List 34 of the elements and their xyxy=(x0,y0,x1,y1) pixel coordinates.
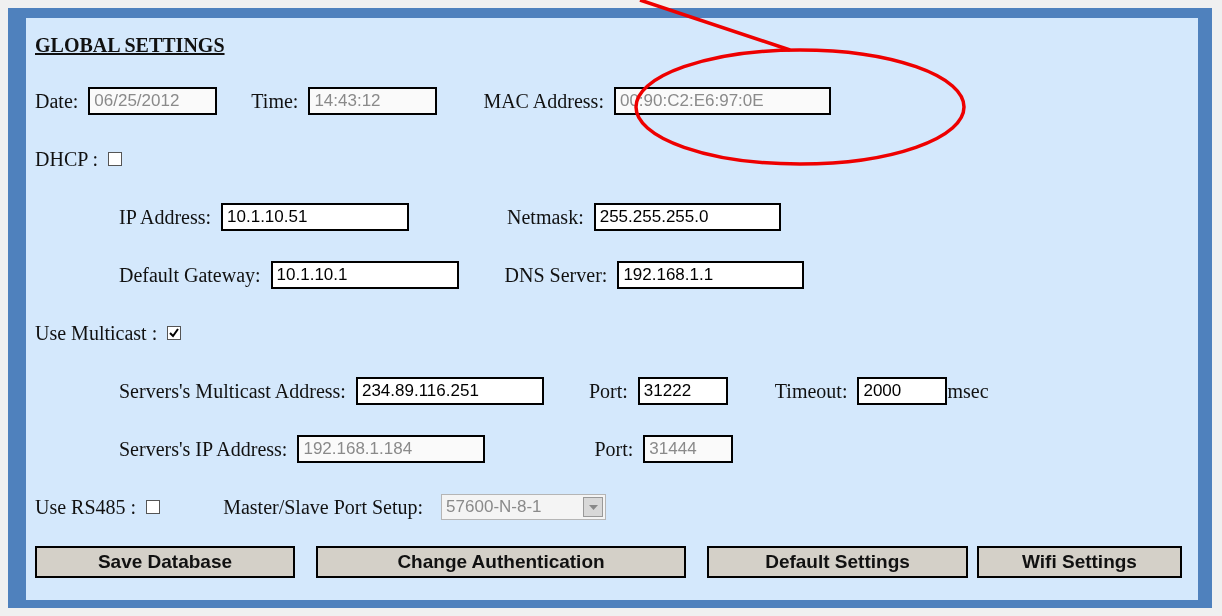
field-label: Date: xyxy=(35,89,79,114)
action-button[interactable]: Wifi Settings xyxy=(977,546,1182,578)
field-label: Netmask: xyxy=(507,205,584,230)
field-label: Servers's Multicast Address: xyxy=(119,379,346,404)
field-label: DNS Server: xyxy=(504,263,608,288)
input-field[interactable]: 255.255.255.0 xyxy=(593,203,781,231)
input-field[interactable]: 192.168.1.1 xyxy=(617,261,805,289)
checkbox[interactable] xyxy=(108,152,123,166)
input-field[interactable]: 10.1.10.51 xyxy=(221,203,410,231)
select-label: Master/Slave Port Setup: xyxy=(223,495,424,521)
action-button[interactable]: Change Authentication xyxy=(316,546,686,578)
field-label: Timeout: xyxy=(774,379,848,404)
input-field[interactable]: 10.1.10.1 xyxy=(270,261,459,289)
checkbox[interactable] xyxy=(167,326,182,340)
input-field[interactable]: 31222 xyxy=(637,377,728,405)
field-label: Time: xyxy=(251,89,299,114)
field-label: Servers's IP Address: xyxy=(119,437,288,462)
checkbox-label: Use RS485 : xyxy=(35,495,137,520)
field-label: MAC Address: xyxy=(483,89,604,114)
checkbox[interactable] xyxy=(146,500,161,514)
action-button[interactable]: Default Settings xyxy=(707,546,968,578)
check-icon xyxy=(169,328,180,338)
section-title: GLOBAL SETTINGS xyxy=(35,33,225,58)
dropdown-value: 57600-N-8-1 xyxy=(446,496,542,519)
checkbox-label: Use Multicast : xyxy=(35,321,158,346)
field-label: Port: xyxy=(588,379,628,404)
field-label: IP Address: xyxy=(119,205,212,230)
input-field[interactable]: 2000 xyxy=(857,377,948,405)
action-button[interactable]: Save Database xyxy=(35,546,295,578)
unit-label: msec xyxy=(947,379,989,404)
field-label: Port: xyxy=(594,437,634,462)
checkbox-label: DHCP : xyxy=(35,147,99,172)
field-label: Default Gateway: xyxy=(119,263,261,289)
input-field[interactable]: 234.89.116.251 xyxy=(355,377,544,405)
